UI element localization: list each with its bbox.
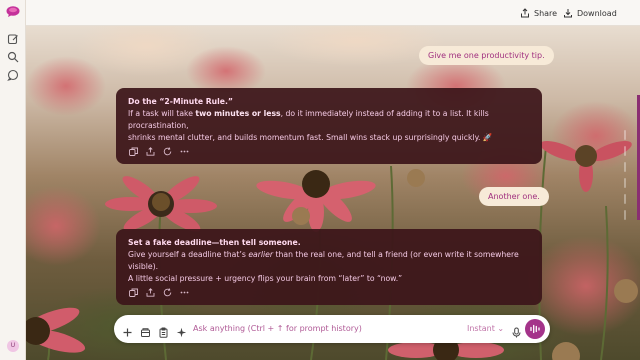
assistant-message-title: Do the “2-Minute Rule.” [128, 97, 233, 106]
mode-selector[interactable]: Instant ⌄ [467, 324, 504, 333]
user-message: Another one. [479, 187, 549, 206]
assistant-message-body: Give yourself a deadline that’s earlier … [128, 249, 530, 285]
clipboard-icon[interactable] [158, 323, 169, 338]
search-icon[interactable] [7, 51, 19, 63]
mode-label: Instant [467, 324, 495, 333]
prompt-input[interactable]: Ask anything (Ctrl + ↑ for prompt histor… [193, 324, 362, 333]
share-message-icon[interactable] [146, 288, 155, 297]
assistant-message: Set a fake deadline—then tell someone. G… [116, 229, 542, 305]
copy-icon[interactable] [129, 147, 138, 156]
share-label: Share [534, 8, 558, 18]
storage-icon[interactable] [140, 323, 151, 337]
body-text: shrinks mental clutter, and builds momen… [128, 133, 493, 142]
share-message-icon[interactable] [146, 147, 155, 156]
prompt-composer[interactable]: Ask anything (Ctrl + ↑ for prompt histor… [114, 315, 550, 343]
app-logo-icon[interactable] [6, 6, 20, 18]
sparkle-icon[interactable] [176, 323, 187, 338]
user-avatar[interactable]: U [7, 340, 19, 352]
more-options-icon[interactable] [180, 147, 189, 156]
body-italic-text: earlier [248, 250, 274, 259]
regenerate-icon[interactable] [163, 288, 172, 297]
waveform-icon [530, 324, 540, 334]
body-text: Give yourself a deadline that’s [128, 250, 249, 259]
copy-icon[interactable] [129, 288, 138, 297]
chat-bubble-icon[interactable] [7, 69, 19, 81]
add-icon[interactable] [122, 323, 133, 337]
download-button[interactable]: Download [563, 7, 617, 19]
assistant-message: Do the “2-Minute Rule.” If a task will t… [116, 88, 542, 164]
conversation-minimap[interactable] [620, 130, 630, 225]
download-label: Download [577, 8, 617, 18]
share-icon [521, 8, 529, 18]
message-actions [129, 288, 189, 297]
assistant-message-body: If a task will take two minutes or less,… [128, 108, 530, 144]
voice-mode-button[interactable] [525, 319, 545, 339]
body-bold-text: two minutes or less [195, 109, 281, 118]
more-options-icon[interactable] [180, 288, 189, 297]
user-message: Give me one productivity tip. [419, 46, 554, 65]
body-text: A little social pressure + urgency flips… [128, 274, 403, 283]
top-bar: Share Download [26, 0, 640, 26]
left-rail: U [0, 0, 26, 360]
new-chat-icon[interactable] [7, 33, 19, 45]
microphone-icon[interactable] [511, 323, 522, 338]
assistant-message-title: Set a fake deadline—then tell someone. [128, 238, 301, 247]
share-button[interactable]: Share [520, 7, 557, 19]
message-actions [129, 147, 189, 156]
regenerate-icon[interactable] [163, 147, 172, 156]
body-text: If a task will take [128, 109, 196, 118]
download-icon [564, 9, 572, 18]
chevron-down-icon: ⌄ [497, 324, 505, 333]
